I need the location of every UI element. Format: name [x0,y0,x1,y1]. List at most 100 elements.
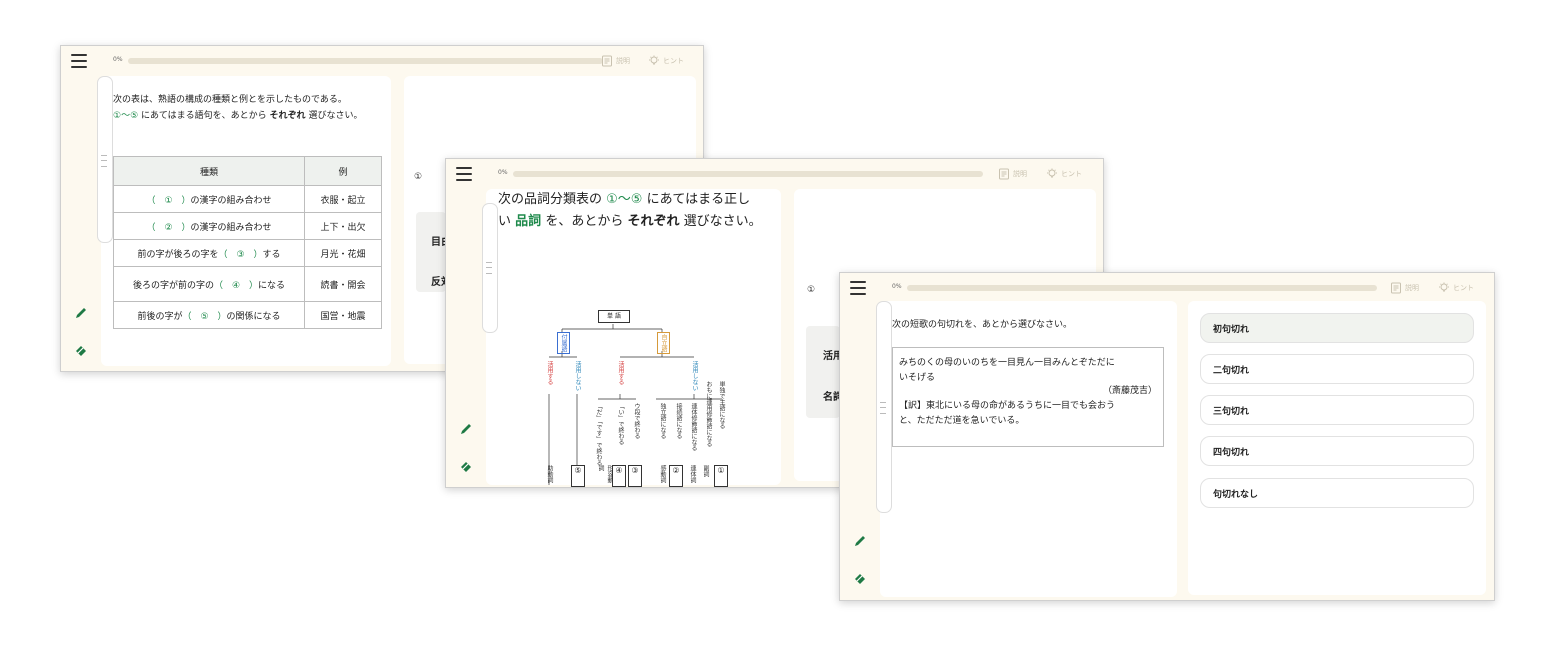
choice-option[interactable]: 二句切れ [1200,354,1474,384]
hint-label: ヒント [1453,284,1474,292]
progress-percent: 0% [892,283,902,290]
example-cell: 上下・出欠 [304,212,382,240]
panel-splitter[interactable] [97,76,113,243]
explain-button[interactable]: 説明 [601,55,630,67]
example-cell: 月光・花畑 [304,239,382,267]
progress-bar [907,285,1377,291]
pencil-icon[interactable] [459,422,473,436]
lightbulb-icon [1047,168,1057,178]
explain-label: 説明 [616,57,630,65]
choice-option[interactable]: 四句切れ [1200,436,1474,466]
table-row: （ ② ）の漢字の組み合わせ 上下・出欠 [113,212,382,240]
top-bar: 0% 説明 ヒント [113,54,695,68]
poem-author: （斎藤茂吉） [1102,386,1157,396]
pencil-icon[interactable] [74,306,88,320]
question-text: 次の短歌の句切れを、あとから選びなさい。 [892,320,1073,330]
top-bar: 0% 説明 ヒント [498,167,1095,181]
condition-label: 「だ」「です」で終わる [595,403,602,466]
condition-label: 連体修飾語になる [690,403,697,451]
hint-button[interactable]: ヒント [1046,168,1082,180]
choice-option[interactable]: 句切れなし [1200,478,1474,508]
hint-button[interactable]: ヒント [648,55,684,67]
katsuyou-shinai-label: 活用しない [691,361,698,391]
kind-cell: （ ① ）の漢字の組み合わせ [113,185,305,213]
poem-box: みちのくの母のいのちを一目見ん一目みんとぞただに いそげる （斎藤茂吉） 【訳】… [892,347,1164,447]
explain-label: 説明 [1405,284,1419,292]
table-row: 前後の字が（ ⑤ ）の関係になる 国営・地震 [113,301,382,329]
lightbulb-icon [1439,282,1449,292]
prompt-text: 次の表は、熟語の構成の種類と例とを示したものである。 [113,95,347,105]
document-icon [1391,282,1401,294]
idiom-table: 種類 例 （ ① ）の漢字の組み合わせ 衣服・起立 （ ② ）の漢字の組み合わせ… [113,156,382,329]
kind-cell: 後ろの字が前の字の（ ④ ）になる [113,266,305,302]
choice-option[interactable]: 三句切れ [1200,395,1474,425]
question-text: 次の表は、熟語の構成の種類と例とを示したものである。 ①～⑤ にあてはまる語句を… [113,92,385,124]
katsuyou-shinai-label: 活用しない [574,361,581,391]
translation-line: と、ただただ道を急いでいる。 [899,416,1025,426]
fuzokugo-label: 付属語 [557,332,570,354]
progress-percent: 0% [113,56,123,63]
answer-marker: ① [807,285,816,295]
condition-label: 独立語になる [659,403,666,439]
hint-button[interactable]: ヒント [1438,282,1474,294]
katsuyou-suru-label: 活用する [617,361,624,385]
question-panel: 次の表は、熟語の構成の種類と例とを示したものである。 ①～⑤ にあてはまる語句を… [101,76,391,366]
eraser-icon[interactable] [459,459,473,473]
document-icon [999,168,1009,180]
condition-label: 接続語になる [675,403,682,439]
choice-option[interactable]: 初句切れ [1200,313,1474,343]
answer-slot-1[interactable]: ① [714,465,728,487]
condition-label: ウ段で終わる [633,403,640,439]
table-header-row: 種類 例 [113,156,382,186]
menu-icon[interactable] [456,167,472,181]
example-cell: 読書・開会 [304,266,382,302]
jiritsugo-label: 自立語 [657,332,670,354]
grip-icon [880,402,886,414]
answer-choices-behind [806,326,840,418]
explain-label: 説明 [1013,170,1027,178]
answer-slot-4[interactable]: ④ [612,465,626,487]
question-panel: 次の短歌の句切れを、あとから選びなさい。 みちのくの母のいのちを一目見ん一目みん… [880,301,1177,597]
explain-button[interactable]: 説明 [1390,282,1419,294]
panel-splitter[interactable] [876,301,892,513]
column-header: 例 [304,156,382,186]
tree-lines [548,324,722,485]
lightbulb-icon [649,55,659,65]
leaf-label: 助動詞 [546,465,553,483]
range-marker: ①～⑤ [113,111,139,121]
window-tanka-kugire: 0% 説明 ヒント 次の短歌の句切れを、あとから選びなさい。 みちのくの母のいの… [839,272,1495,601]
menu-icon[interactable] [850,281,866,295]
progress-percent: 0% [498,169,508,176]
progress-bar [128,58,603,64]
answer-slot-5[interactable]: ⑤ [571,465,585,487]
document-icon [602,55,612,67]
choices-panel: 初句切れ 二句切れ 三句切れ 四句切れ 句切れなし [1188,301,1486,595]
top-bar: 0% 説明 ヒント [892,281,1486,295]
table-row: 前の字が後ろの字を（ ③ ）する 月光・花畑 [113,239,382,267]
eraser-icon[interactable] [853,571,867,585]
katsuyou-suru-label: 活用する [546,361,553,385]
condition-label: 単独で主語になる [718,381,725,429]
kind-cell: （ ② ）の漢字の組み合わせ [113,212,305,240]
prompt-text: 選びなさい。 [308,111,363,121]
panel-splitter[interactable] [482,203,498,333]
table-row: （ ① ）の漢字の組み合わせ 衣服・起立 [113,185,382,213]
explain-button[interactable]: 説明 [998,168,1027,180]
condition-label: 「い」で終わる [617,403,624,445]
grip-icon [486,262,492,274]
grip-icon [101,155,107,167]
classification-tree: 単 語 付属語 自立語 活用する 活用しない 活用する 活用しない 「だ」「です… [486,189,781,487]
column-header: 種類 [113,156,305,186]
tool-rail [61,46,99,371]
progress-bar [513,171,983,177]
example-cell: 衣服・起立 [304,185,382,213]
emphasis-text: それぞれ [269,111,306,121]
kind-cell: 前後の字が（ ⑤ ）の関係になる [113,301,305,329]
poem-line: みちのくの母のいのちを一目見ん一目みんとぞただに [899,358,1115,368]
menu-icon[interactable] [71,54,87,68]
eraser-icon[interactable] [74,343,88,357]
answer-slot-2[interactable]: ② [669,465,683,487]
condition-label: おもに連用修飾語になる [705,381,712,447]
answer-slot-3[interactable]: ③ [628,465,642,487]
pencil-icon[interactable] [853,534,867,548]
